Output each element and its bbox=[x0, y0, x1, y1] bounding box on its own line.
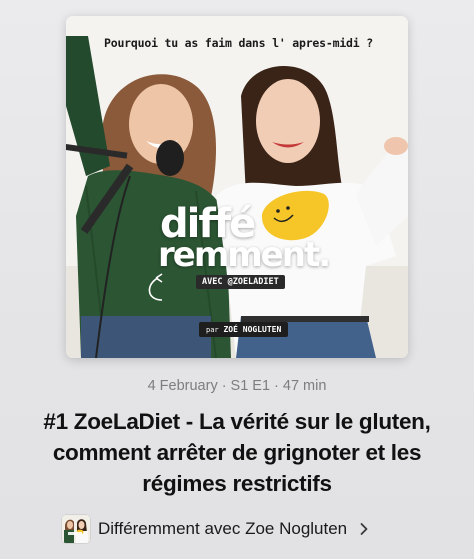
meta-separator: · bbox=[274, 378, 279, 394]
show-thumbnail-art bbox=[62, 515, 90, 543]
artwork-producer-tag: par ZOÉ NOGLUTEN bbox=[199, 322, 289, 337]
episode-duration: 47 min bbox=[282, 378, 327, 394]
artwork-brand-line-2: remment. bbox=[158, 235, 331, 275]
episode-season-episode: S1 E1 bbox=[230, 378, 271, 394]
episode-page: Pourquoi tu as faim dans l' apres-midi ?… bbox=[0, 0, 474, 559]
show-link[interactable]: Différemment avec Zoe Nogluten bbox=[62, 515, 371, 543]
artwork-producer-prefix: par bbox=[206, 326, 219, 334]
episode-meta: 4 February · S1 E1 · 47 min bbox=[0, 378, 474, 394]
show-name[interactable]: Différemment avec Zoe Nogluten bbox=[98, 519, 347, 539]
artwork-headline: Pourquoi tu as faim dans l' apres-midi ? bbox=[104, 36, 373, 50]
chevron-right-icon[interactable] bbox=[357, 522, 371, 536]
show-thumbnail bbox=[62, 515, 90, 543]
meta-separator: · bbox=[221, 378, 227, 394]
episode-title: #1 ZoeLaDiet - La vérité sur le gluten, … bbox=[43, 409, 431, 496]
episode-artwork: Pourquoi tu as faim dans l' apres-midi ?… bbox=[66, 16, 408, 358]
artwork-photo bbox=[66, 16, 408, 358]
episode-date: 4 February bbox=[147, 378, 218, 394]
artwork-producer-name: ZOÉ NOGLUTEN bbox=[223, 325, 282, 334]
artwork-host-tag: AVEC @ZOELADIET bbox=[196, 275, 285, 289]
